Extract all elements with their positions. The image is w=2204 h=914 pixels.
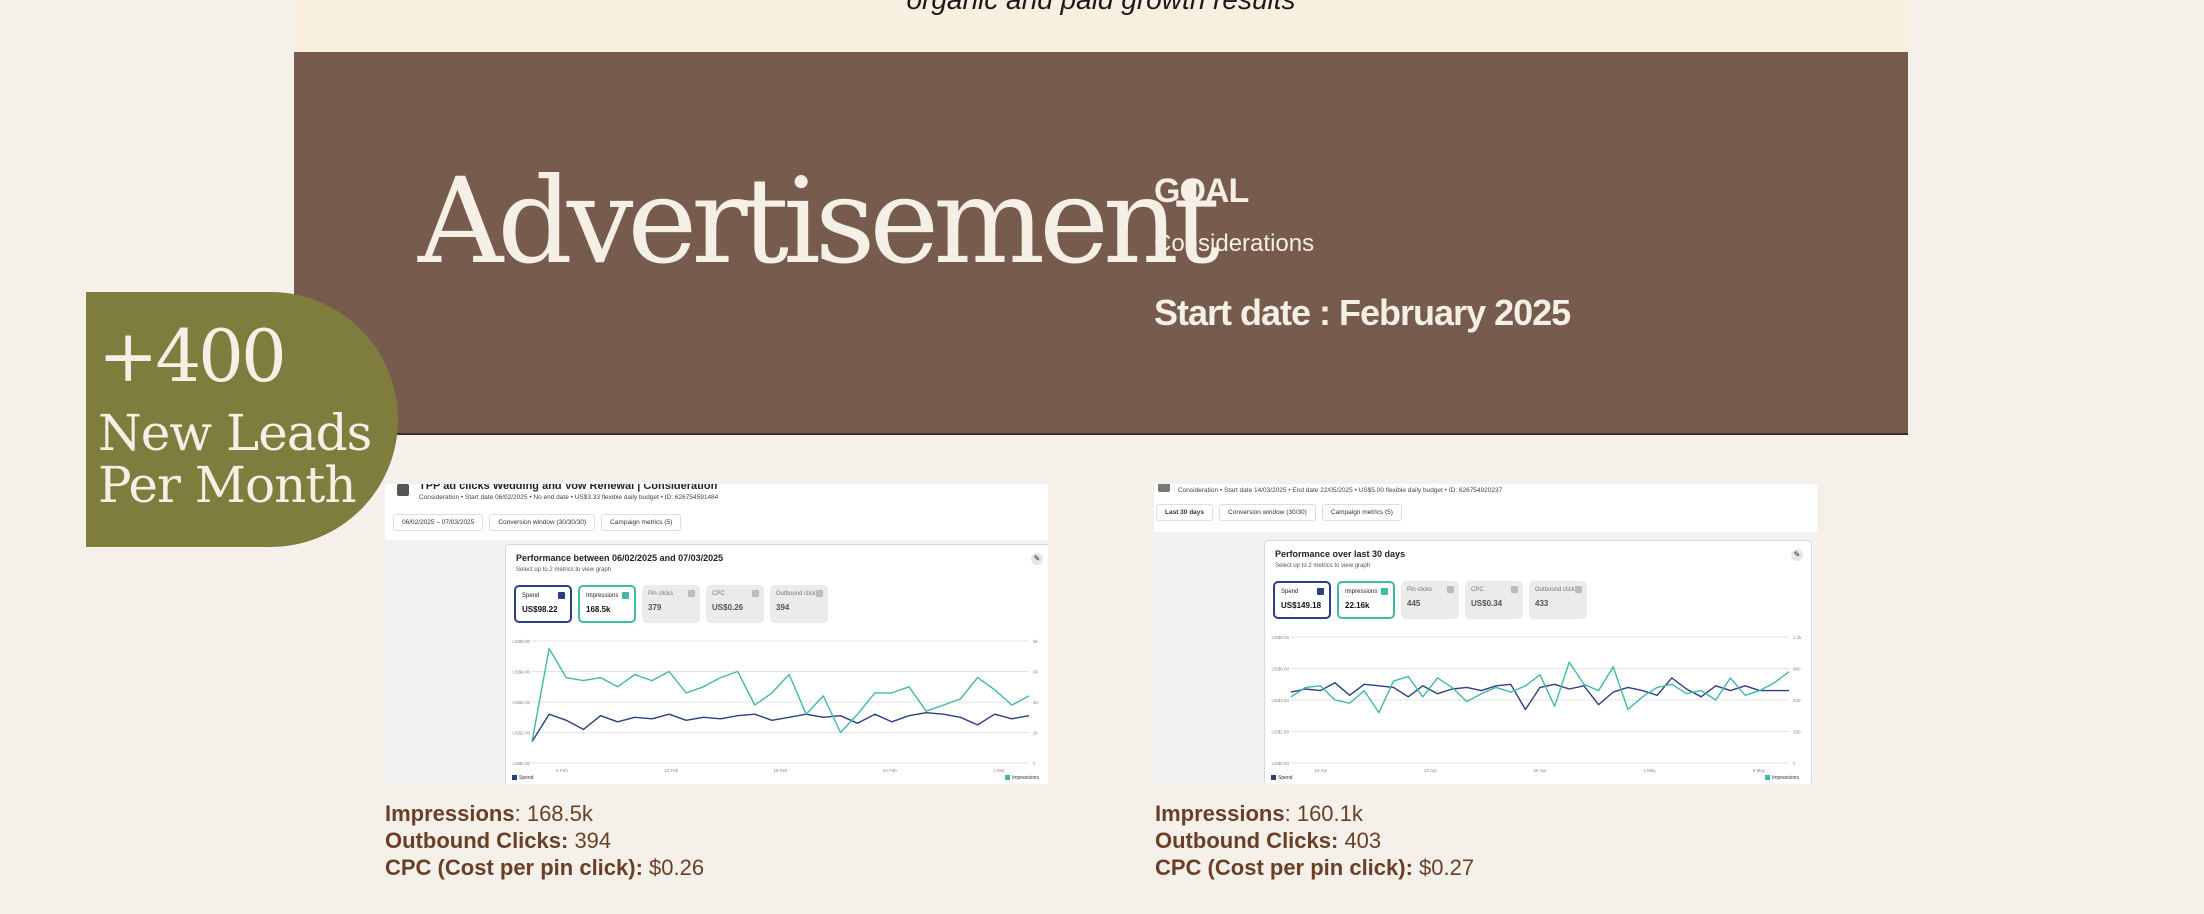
legend-label-spend: Spend bbox=[519, 775, 534, 781]
y-tick-label-left: US$4.00 bbox=[512, 700, 530, 705]
x-tick-label: 24 Feb bbox=[883, 768, 898, 773]
legend-label-impressions: Impressions bbox=[1772, 775, 1799, 781]
performance-subtitle: Select up to 2 metrics to view graph bbox=[516, 567, 612, 573]
stats-left: Impressions: 168.5k Outbound Clicks: 394… bbox=[385, 800, 704, 881]
edit-icon[interactable]: ✎ bbox=[1031, 553, 1043, 565]
tab-date-range[interactable]: 06/02/2025 – 07/03/2025 bbox=[393, 514, 484, 531]
legend-swatch-spend bbox=[1271, 775, 1276, 780]
metric-tile-spend[interactable]: Spend US$149.18 bbox=[1273, 581, 1331, 619]
performance-chart: US$8.00 8k US$6.00 6k US$4.00 4k US$2.00 2k US$0… bbox=[512, 639, 1039, 781]
shot-tabs: 06/02/2025 – 07/03/2025 Conversion windo… bbox=[393, 514, 687, 531]
series-line-spend bbox=[531, 711, 1030, 743]
stat-cpc: CPC (Cost per pin click): $0.27 bbox=[1155, 855, 1475, 880]
leads-line-2: Per Month bbox=[98, 456, 357, 514]
tab-campaign-metrics[interactable]: Campaign metrics (5) bbox=[601, 514, 682, 531]
campaign-screenshot-right: Consideration • Start date 14/03/2025 • … bbox=[1154, 484, 1817, 784]
performance-chart: US$8.00 1.2k US$6.00 800 US$4.00 400 US$2.00 20… bbox=[1271, 635, 1802, 781]
stat-impressions: Impressions: 168.5k bbox=[385, 801, 593, 826]
series-line-impressions bbox=[531, 647, 1030, 742]
campaign-meta: Consideration • Start date 14/03/2025 • … bbox=[1178, 487, 1503, 494]
tab-campaign-metrics[interactable]: Campaign metrics (5) bbox=[1321, 504, 1402, 521]
y-tick-label-left: US$6.00 bbox=[512, 670, 530, 675]
y-tick-label-left: US$8.00 bbox=[1271, 635, 1289, 640]
leads-count: +400 bbox=[98, 314, 287, 398]
y-tick-label-left: US$0.00 bbox=[512, 761, 530, 766]
metric-tile-pin-clicks[interactable]: Pin clicks 379 bbox=[642, 585, 700, 623]
y-tick-label-right: 0 bbox=[1033, 761, 1036, 766]
stat-impressions: Impressions: 160.1k bbox=[1155, 801, 1363, 826]
y-tick-label-right: 400 bbox=[1793, 698, 1801, 703]
top-band: organic and paid growth results bbox=[294, 0, 1908, 52]
y-tick-label-left: US$8.00 bbox=[512, 639, 530, 644]
stat-outbound-clicks: Outbound Clicks: 403 bbox=[1155, 828, 1382, 853]
edit-icon[interactable]: ✎ bbox=[1791, 549, 1803, 561]
tab-conversion-window[interactable]: Conversion window (30/30) bbox=[1219, 504, 1316, 521]
x-tick-label: 18 Feb bbox=[773, 768, 788, 773]
x-tick-label: 12 Feb bbox=[664, 768, 679, 773]
y-tick-label-right: 200 bbox=[1793, 730, 1801, 735]
legend-swatch-spend bbox=[512, 775, 517, 780]
performance-card: Performance over last 30 days Select up … bbox=[1264, 540, 1812, 784]
tab-last-30-days[interactable]: Last 30 days bbox=[1156, 504, 1214, 521]
y-tick-label-right: 1.2k bbox=[1793, 635, 1802, 640]
campaign-title: TPP ad clicks Wedding and Vow Renewal | … bbox=[419, 484, 718, 492]
y-tick-label-right: 2k bbox=[1033, 731, 1039, 736]
metric-tile-cpc[interactable]: CPC US$0.34 bbox=[1465, 581, 1523, 619]
leads-line-1: New Leads bbox=[98, 404, 372, 462]
x-tick-label: 26 Apr bbox=[1533, 768, 1547, 773]
start-date: Start date : February 2025 bbox=[1154, 292, 1571, 333]
metric-tile-cpc[interactable]: CPC US$0.26 bbox=[706, 585, 764, 623]
metric-tile-pin-clicks[interactable]: Pin clicks 445 bbox=[1401, 581, 1459, 619]
y-tick-label-right: 800 bbox=[1793, 667, 1801, 672]
y-tick-label-right: 6k bbox=[1033, 670, 1039, 675]
metric-tile-impressions[interactable]: Impressions 22.16k bbox=[1337, 581, 1395, 619]
y-tick-label-left: US$6.00 bbox=[1271, 667, 1289, 672]
performance-title: Performance over last 30 days bbox=[1275, 549, 1406, 559]
y-tick-label-left: US$0.00 bbox=[1271, 761, 1289, 766]
x-tick-label: 2 Mar bbox=[993, 768, 1005, 773]
y-tick-label-left: US$2.00 bbox=[512, 731, 530, 736]
y-tick-label-right: 0 bbox=[1793, 761, 1796, 766]
metric-tile-outbound-clicks[interactable]: Outbound clicks 433 bbox=[1529, 581, 1587, 619]
campaign-meta: Consideration • Start date 06/02/2025 • … bbox=[419, 494, 719, 501]
y-tick-label-left: US$2.00 bbox=[1271, 730, 1289, 735]
legend-label-spend: Spend bbox=[1278, 775, 1293, 781]
x-tick-label: 6 Feb bbox=[556, 768, 568, 773]
x-tick-label: 18 Apr bbox=[1314, 768, 1328, 773]
campaign-icon bbox=[1158, 484, 1170, 492]
stat-cpc: CPC (Cost per pin click): $0.26 bbox=[385, 855, 705, 880]
y-tick-label-right: 8k bbox=[1033, 639, 1039, 644]
x-tick-label: 22 Apr bbox=[1424, 768, 1438, 773]
stat-outbound-clicks: Outbound Clicks: 394 bbox=[385, 828, 612, 853]
goal-label: GOAL bbox=[1154, 172, 1249, 210]
tab-conversion-window[interactable]: Conversion window (30/30/30) bbox=[489, 514, 596, 531]
legend-swatch-impressions bbox=[1765, 775, 1770, 780]
legend-swatch-impressions bbox=[1005, 775, 1010, 780]
campaign-icon bbox=[397, 484, 409, 496]
shot-header: TPP ad clicks Wedding and Vow Renewal | … bbox=[385, 484, 1048, 541]
tagline: organic and paid growth results bbox=[294, 0, 1908, 16]
goal-value: Considerations bbox=[1154, 230, 1315, 257]
x-tick-label: 2 May bbox=[1643, 768, 1656, 773]
legend-label-impressions: Impressions bbox=[1012, 775, 1039, 781]
shot-tabs: Last 30 days Conversion window (30/30) C… bbox=[1156, 504, 1408, 521]
performance-subtitle: Select up to 2 metrics to view graph bbox=[1275, 563, 1371, 569]
metric-tile-spend[interactable]: Spend US$98.22 bbox=[514, 585, 572, 623]
stats-right: Impressions: 160.1k Outbound Clicks: 403… bbox=[1155, 800, 1474, 881]
leads-badge: +400 New Leads Per Month bbox=[86, 292, 398, 547]
y-tick-label-right: 4k bbox=[1033, 700, 1039, 705]
performance-title: Performance between 06/02/2025 and 07/03… bbox=[516, 553, 724, 563]
hero-banner: Advertisement GOAL Considerations Start … bbox=[294, 52, 1908, 435]
metric-tile-outbound-clicks[interactable]: Outbound clicks 394 bbox=[770, 585, 828, 623]
metric-tile-impressions[interactable]: Impressions 168.5k bbox=[578, 585, 636, 623]
performance-card: Performance between 06/02/2025 and 07/03… bbox=[505, 544, 1048, 784]
hero-title: Advertisement bbox=[418, 152, 1220, 290]
y-tick-label-left: US$4.00 bbox=[1271, 698, 1289, 703]
campaign-screenshot-left: TPP ad clicks Wedding and Vow Renewal | … bbox=[385, 484, 1048, 784]
x-tick-label: 8 May bbox=[1753, 768, 1766, 773]
